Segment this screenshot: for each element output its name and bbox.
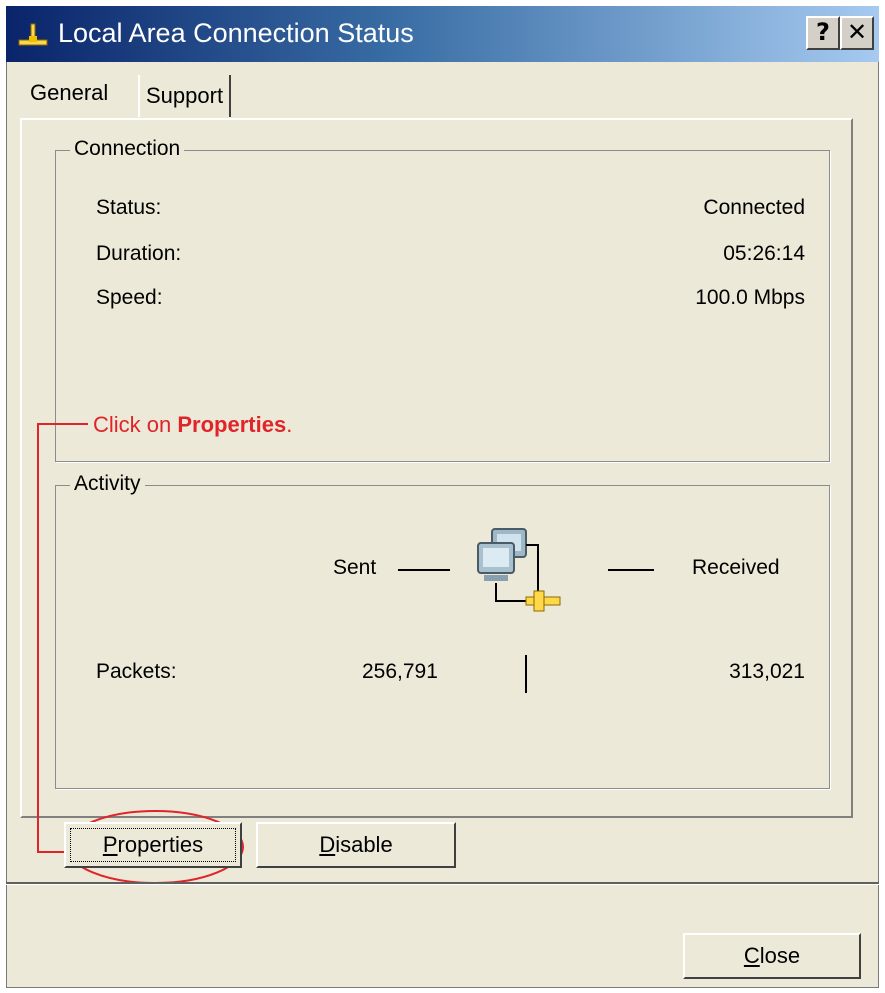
close-button[interactable]: Close <box>683 933 861 979</box>
packets-label: Packets: <box>96 660 177 683</box>
packets-received-value: 313,021 <box>729 660 805 683</box>
separator <box>6 882 879 885</box>
activity-group: Activity <box>55 472 830 789</box>
network-computers-icon <box>477 528 561 612</box>
close-label: lose <box>759 943 801 968</box>
received-label: Received <box>692 556 780 579</box>
properties-button[interactable]: Properties <box>64 822 242 868</box>
close-mnemonic: C <box>743 943 760 968</box>
focus-rectangle <box>70 828 236 862</box>
sent-label: Sent <box>333 556 377 579</box>
disable-mnemonic: D <box>319 832 336 857</box>
packets-divider <box>525 655 527 693</box>
sent-line <box>398 569 450 571</box>
received-line <box>608 569 654 571</box>
activity-legend: Activity <box>70 472 145 496</box>
packets-sent-value: 256,791 <box>362 660 438 683</box>
disable-button[interactable]: Disable <box>256 822 456 868</box>
disable-label: isable <box>335 832 393 857</box>
